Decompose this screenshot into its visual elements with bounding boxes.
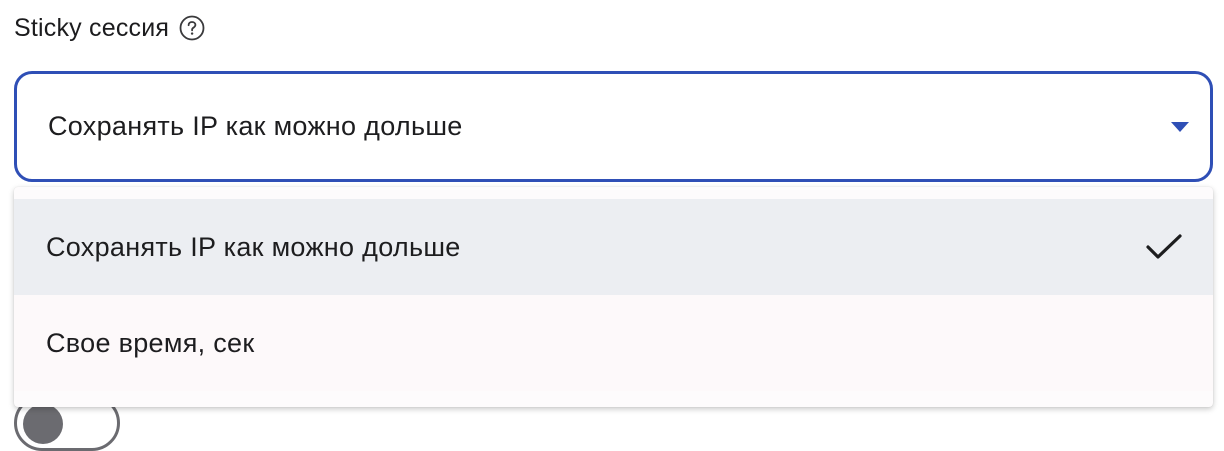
option-label: Свое время, сек: [46, 327, 255, 358]
caret-down-icon: [1170, 121, 1190, 133]
option-custom-time[interactable]: Свое время, сек: [14, 295, 1213, 391]
option-label: Сохранять IP как можно дольше: [46, 231, 461, 262]
toggle-knob: [23, 404, 63, 444]
sticky-session-select[interactable]: Сохранять IP как можно дольше: [14, 71, 1213, 182]
option-keep-ip-longest[interactable]: Сохранять IP как можно дольше: [14, 199, 1213, 295]
select-current-value: Сохранять IP как можно дольше: [48, 111, 463, 141]
question-circle-icon[interactable]: [179, 15, 205, 41]
sticky-session-label: Sticky сессия: [14, 13, 170, 42]
checkmark-icon: [1145, 233, 1183, 261]
field-label: Sticky сессия: [14, 12, 205, 44]
dropdown-menu: Сохранять IP как можно дольше Свое время…: [14, 187, 1213, 407]
